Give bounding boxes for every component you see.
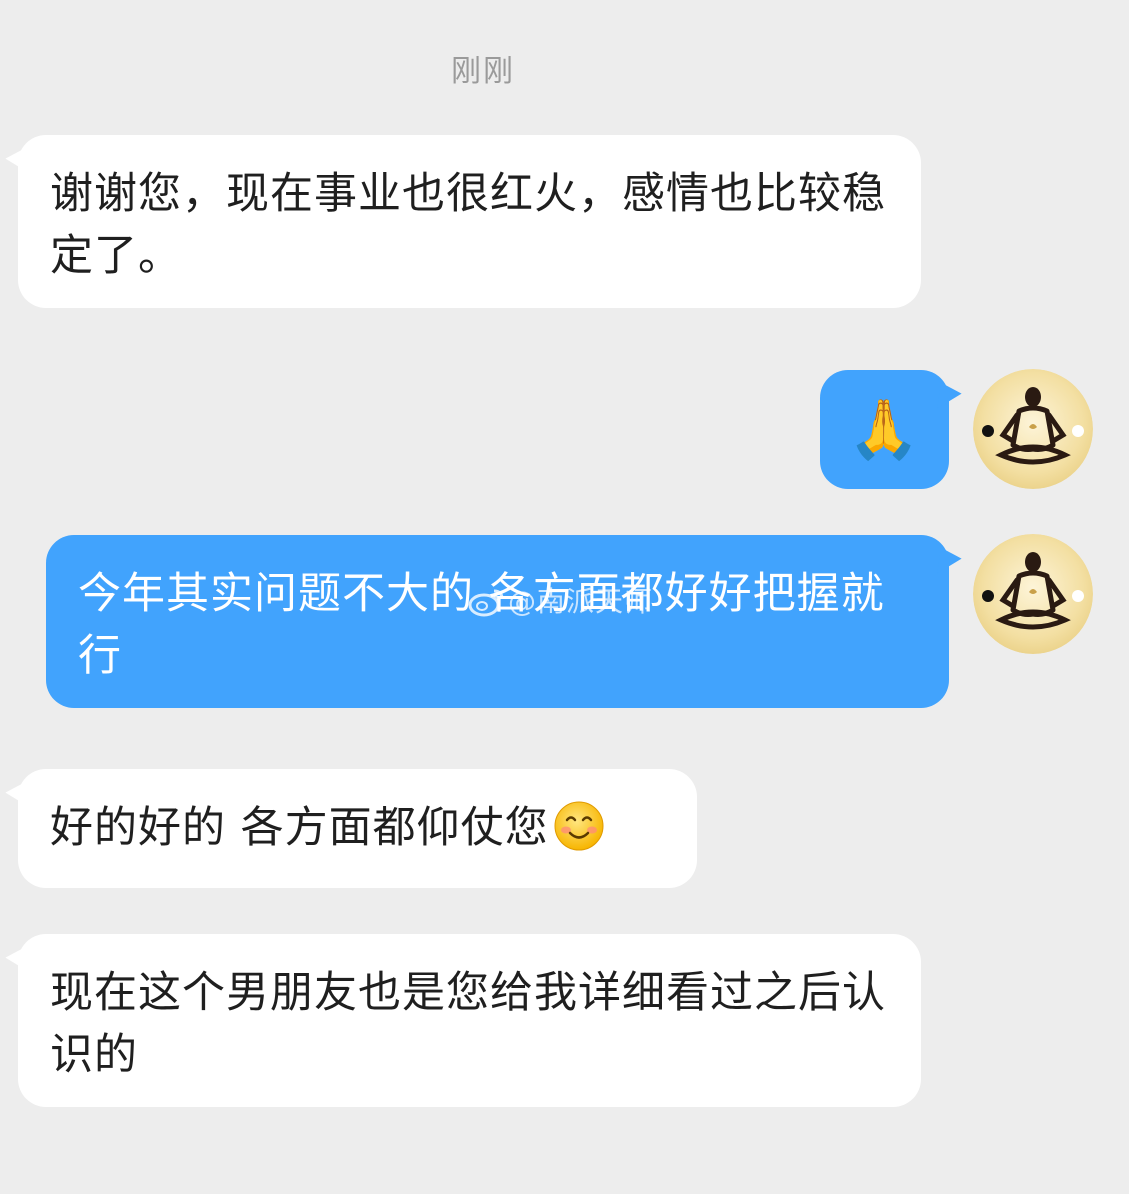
message-bubble-outgoing[interactable]: 今年其实问题不大的 各方面都好好把握就行 [46, 535, 963, 708]
bubble-tail [937, 382, 963, 412]
watermark-text: @南派天师 [508, 585, 654, 618]
message-text: 现在这个男朋友也是您给我详细看过之后认识的 [50, 968, 886, 1080]
meditation-avatar-icon [973, 369, 1093, 489]
bubble-tail [937, 547, 963, 577]
bubble-tail [4, 781, 30, 811]
bubble-tail [4, 147, 30, 177]
message-text-row: 好的好的 各方面都仰仗您 [50, 797, 667, 859]
avatar[interactable] [973, 369, 1093, 489]
smiling-face-icon [554, 801, 604, 851]
message-bubble-incoming[interactable]: 好的好的 各方面都仰仗您 [4, 769, 697, 888]
message-text: 好的好的 各方面都仰仗您 [50, 803, 549, 853]
message-bubble-incoming[interactable]: 谢谢您，现在事业也很红火，感情也比较稳定了。 [4, 135, 921, 308]
meditation-avatar-icon [973, 534, 1093, 654]
message-bubble-outgoing[interactable]: 🙏 [820, 370, 963, 489]
watermark: @南派天师 [468, 580, 653, 620]
message-text: 谢谢您，现在事业也很红火，感情也比较稳定了。 [50, 169, 886, 281]
message-bubble-incoming[interactable]: 现在这个男朋友也是您给我详细看过之后认识的 [4, 934, 921, 1107]
folded-hands-emoji: 🙏 [847, 395, 922, 463]
avatar[interactable] [973, 534, 1093, 654]
timestamp: 刚刚 [451, 54, 515, 89]
bubble-tail [4, 946, 30, 976]
weibo-logo-icon [468, 589, 504, 617]
